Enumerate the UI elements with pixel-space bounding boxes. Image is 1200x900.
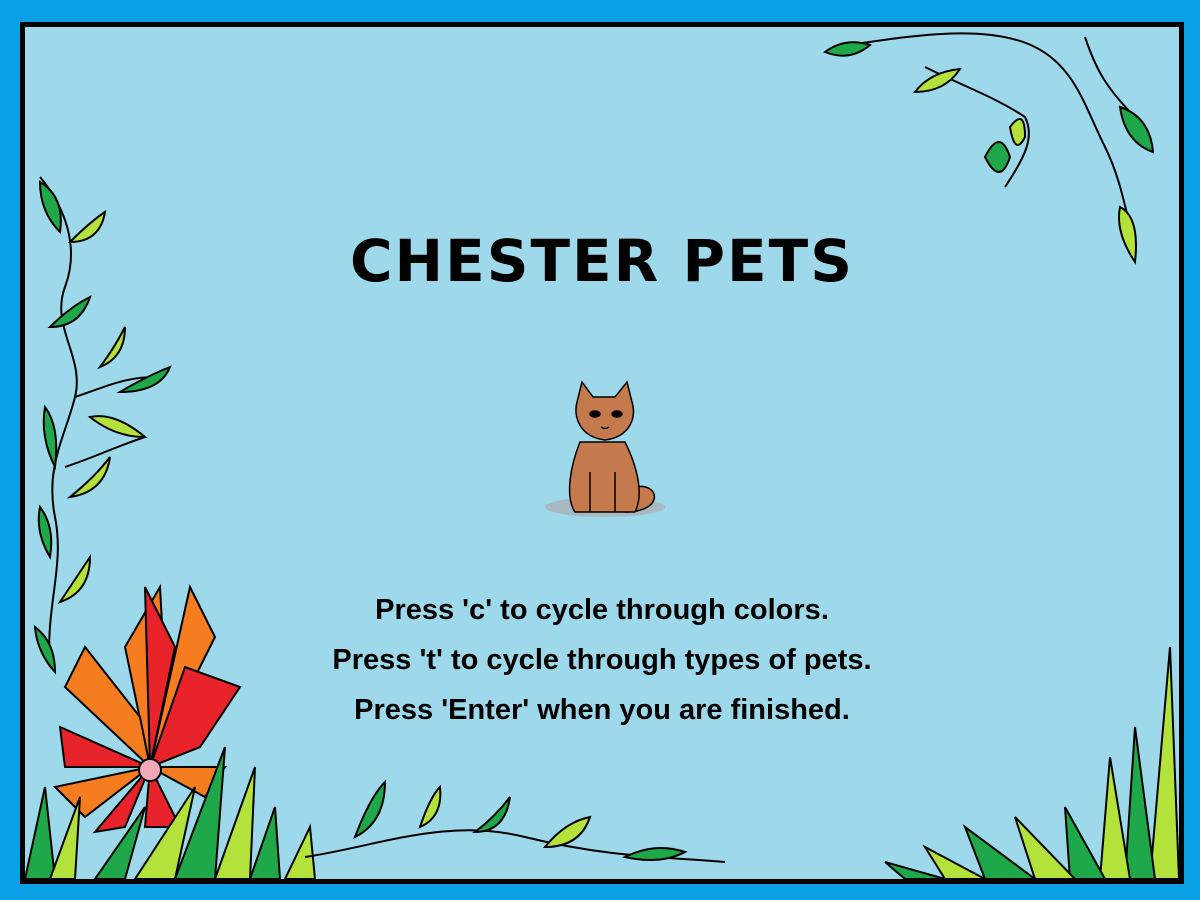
- cat-icon: [568, 380, 656, 513]
- top-right-vine: [834, 32, 1136, 248]
- screen-frame: CHESTER PETS Press 'c' to cycle through …: [0, 0, 1200, 900]
- pet-preview: [545, 380, 665, 517]
- bottom-vine: [304, 779, 726, 863]
- game-title: CHESTER PETS: [349, 227, 854, 295]
- instruction-types: Press 't' to cycle through types of pets…: [332, 644, 872, 676]
- instruction-enter: Press 'Enter' when you are finished.: [354, 694, 850, 726]
- instructions: Press 'c' to cycle through colors. Press…: [25, 585, 1179, 735]
- main-panel: CHESTER PETS Press 'c' to cycle through …: [20, 22, 1184, 884]
- instruction-colors: Press 'c' to cycle through colors.: [375, 594, 829, 626]
